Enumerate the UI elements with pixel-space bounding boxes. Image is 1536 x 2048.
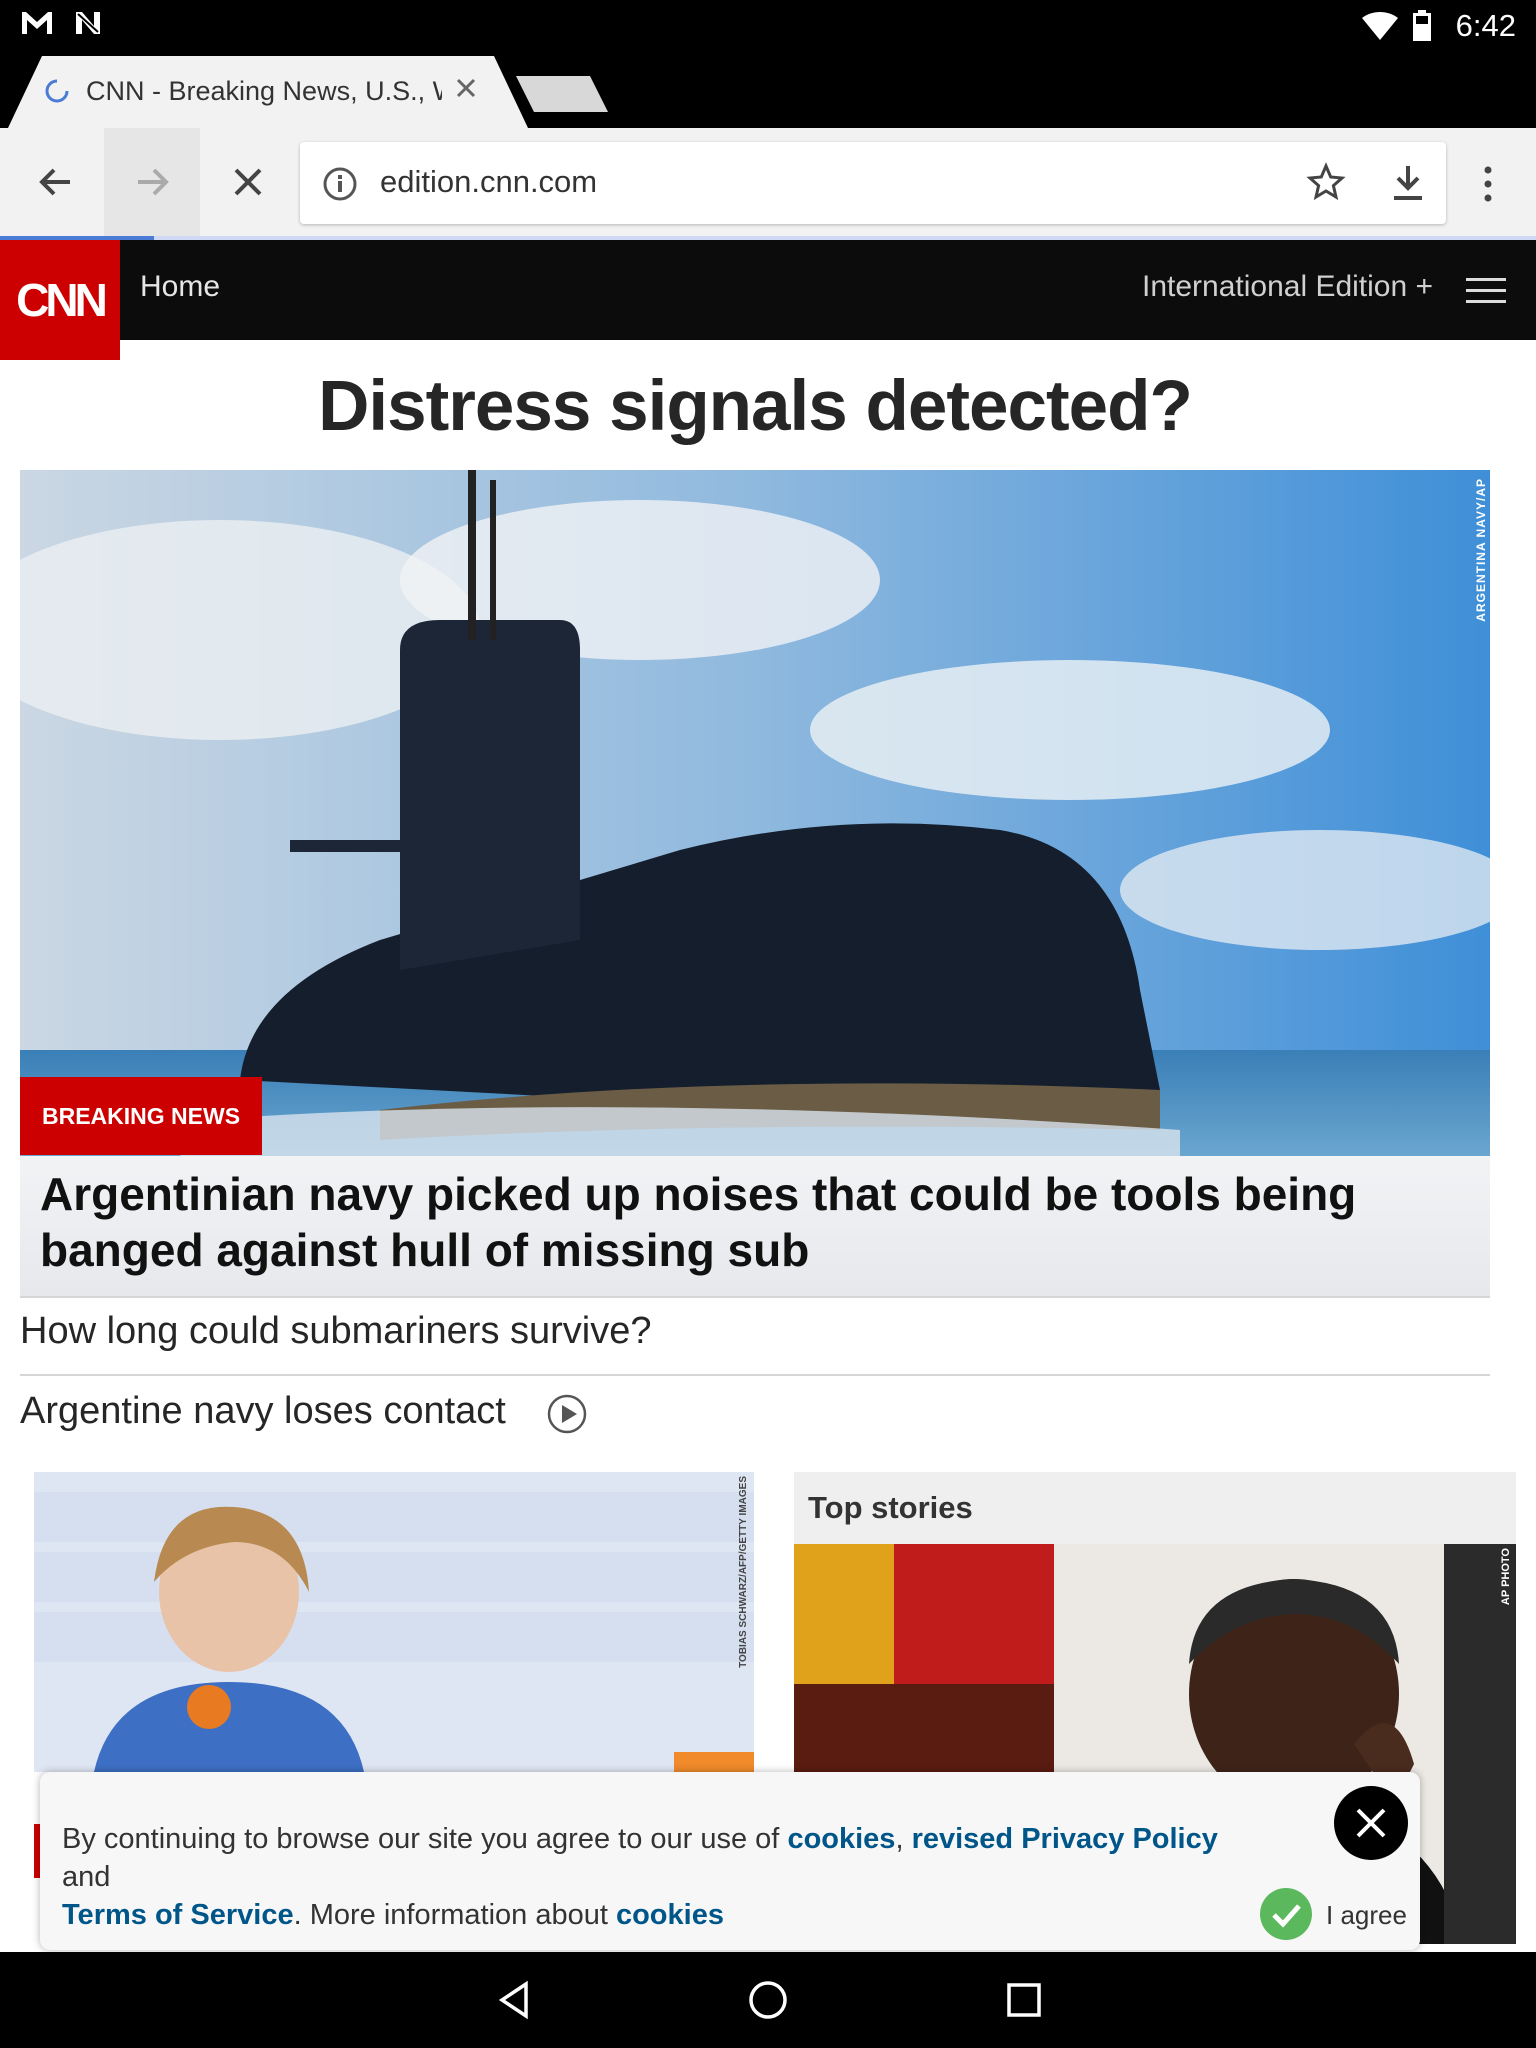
agree-label[interactable]: I agree xyxy=(1326,1900,1407,1931)
privacy-policy-link[interactable]: revised Privacy Policy xyxy=(912,1823,1218,1855)
bookmark-star-icon[interactable] xyxy=(1306,162,1346,202)
photo-credit: AP PHOTO xyxy=(1500,1548,1512,1606)
battery-icon xyxy=(1412,10,1432,47)
cookies-info-link[interactable]: cookies xyxy=(616,1899,724,1931)
cookie-message: By continuing to browse our site you agr… xyxy=(62,1820,1262,1934)
breaking-news-badge: BREAKING NEWS xyxy=(20,1077,262,1155)
status-bar: 6:42 xyxy=(0,0,1536,54)
gmail-notification-icon xyxy=(20,10,54,44)
story-image-merkel[interactable] xyxy=(34,1472,754,1772)
top-stories-title[interactable]: Top stories xyxy=(808,1490,973,1526)
tab-close-icon[interactable] xyxy=(448,70,484,106)
nav-home-link[interactable]: Home xyxy=(140,270,220,304)
photo-credit: TOBIAS SCHWARZ/AFP/GETTY IMAGES xyxy=(738,1476,749,1668)
nav-back-icon[interactable] xyxy=(486,1972,542,2028)
cookies-link[interactable]: cookies xyxy=(787,1823,895,1855)
nav-home-icon[interactable] xyxy=(740,1972,796,2028)
more-options-icon[interactable] xyxy=(1478,164,1498,204)
close-icon xyxy=(1356,1808,1386,1838)
related-video-link[interactable]: Argentine navy loses contact xyxy=(20,1390,506,1433)
close-icon xyxy=(234,168,262,196)
app-notification-icon xyxy=(74,10,104,44)
play-video-icon[interactable] xyxy=(546,1393,588,1435)
wifi-icon xyxy=(1362,12,1398,45)
info-icon[interactable] xyxy=(322,166,358,202)
edition-selector[interactable]: International Edition + xyxy=(1142,270,1433,304)
loading-spinner-icon xyxy=(45,79,69,103)
new-tab-button[interactable] xyxy=(512,72,612,116)
clock: 6:42 xyxy=(1455,8,1516,43)
tab-title: CNN - Breaking News, U.S., W xyxy=(86,76,442,106)
back-arrow-icon xyxy=(39,168,70,196)
forward-button[interactable] xyxy=(104,128,200,236)
hero-image-submarine[interactable] xyxy=(20,470,1490,1156)
hero-caption[interactable]: Argentinian navy picked up noises that c… xyxy=(40,1166,1470,1278)
nav-recents-icon[interactable] xyxy=(996,1972,1052,2028)
divider xyxy=(20,1374,1490,1376)
agree-button[interactable] xyxy=(1260,1888,1312,1940)
cnn-logo[interactable]: CNN xyxy=(0,240,120,360)
cookie-text-part: . More information about xyxy=(293,1899,616,1931)
cookie-text-part: , xyxy=(895,1823,912,1855)
terms-of-service-link[interactable]: Terms of Service xyxy=(62,1899,294,1931)
page-headline[interactable]: Distress signals detected? xyxy=(0,366,1510,447)
cookie-text-part: and xyxy=(62,1861,111,1893)
download-icon[interactable] xyxy=(1388,162,1428,204)
back-button[interactable] xyxy=(8,128,104,236)
cookie-text-part: By continuing to browse our site you agr… xyxy=(62,1823,788,1855)
url-text[interactable]: edition.cnn.com xyxy=(380,164,597,200)
stop-loading-button[interactable] xyxy=(200,128,296,236)
forward-arrow-icon xyxy=(138,168,169,196)
cookie-close-button[interactable] xyxy=(1334,1786,1408,1860)
related-story-link[interactable]: How long could submariners survive? xyxy=(20,1310,652,1353)
hamburger-menu-icon[interactable] xyxy=(1466,276,1506,306)
divider xyxy=(20,1296,1490,1298)
checkmark-icon xyxy=(1272,1904,1301,1928)
photo-credit: ARGENTINA NAVY/AP xyxy=(1474,478,1488,622)
logo-text: CNN xyxy=(16,274,108,326)
